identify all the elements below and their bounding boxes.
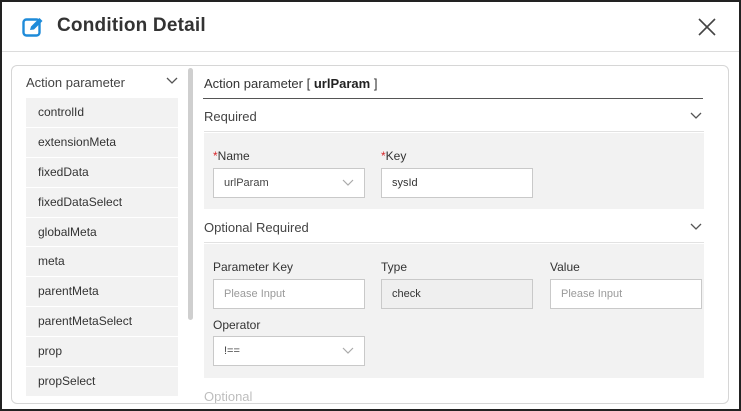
edit-icon xyxy=(22,18,43,37)
operator-select-value: !== xyxy=(224,345,240,357)
section-optional-required-body: Parameter Key Type check Value Operator … xyxy=(204,244,704,378)
list-item[interactable]: parentMetaSelect xyxy=(26,307,178,338)
list-item[interactable]: fixedDataSelect xyxy=(26,187,178,218)
name-select-value: urlParam xyxy=(224,177,269,189)
dialog-title: Condition Detail xyxy=(57,15,206,36)
chevron-down-icon xyxy=(690,223,702,230)
section-required-header[interactable]: Required xyxy=(204,100,704,132)
title-param: urlParam xyxy=(313,76,371,91)
chevron-down-icon xyxy=(690,112,702,119)
chevron-down-icon xyxy=(342,179,354,186)
list-item[interactable]: meta xyxy=(26,247,178,278)
title-divider xyxy=(203,98,703,99)
name-label: *Name xyxy=(213,149,250,163)
close-icon[interactable] xyxy=(696,16,718,38)
title-prefix: Action parameter [ xyxy=(204,76,314,91)
section-required-body: *Name urlParam *Key xyxy=(204,133,704,209)
operator-label: Operator xyxy=(213,318,261,332)
right-panel: Action parameter [ urlParam ] Required *… xyxy=(195,66,728,403)
list-item[interactable]: propSelect xyxy=(26,367,178,397)
list-item[interactable]: controlId xyxy=(26,98,178,128)
section-required-label: Required xyxy=(204,109,257,124)
section-optional-required-label: Optional Required xyxy=(204,220,309,235)
type-field: check xyxy=(381,279,533,309)
dialog-header: Condition Detail xyxy=(2,2,739,52)
chevron-down-icon xyxy=(166,77,178,84)
action-parameter-list: controlId extensionMeta fixedData fixedD… xyxy=(26,98,178,397)
section-optional-label[interactable]: Optional xyxy=(204,389,252,403)
list-item[interactable]: globalMeta xyxy=(26,217,178,248)
left-panel-header[interactable]: Action parameter xyxy=(18,66,186,98)
list-item[interactable]: prop xyxy=(26,337,178,368)
chevron-down-icon xyxy=(342,347,354,354)
right-panel-title: Action parameter [ urlParam ] xyxy=(204,76,377,91)
parameter-key-input[interactable] xyxy=(213,279,365,309)
key-label-text: Key xyxy=(385,149,407,163)
value-label: Value xyxy=(550,260,580,274)
left-panel-header-label: Action parameter xyxy=(26,75,125,90)
type-value: check xyxy=(392,288,421,300)
value-input[interactable] xyxy=(550,279,702,309)
left-scrollbar[interactable] xyxy=(188,68,193,320)
dialog-body: Action parameter controlId extensionMeta… xyxy=(11,65,729,404)
list-item[interactable]: fixedData xyxy=(26,157,178,188)
list-item[interactable]: extensionMeta xyxy=(26,127,178,158)
parameter-key-label: Parameter Key xyxy=(213,260,294,274)
title-suffix: ] xyxy=(370,76,378,91)
operator-select[interactable]: !== xyxy=(213,336,365,366)
condition-detail-dialog: Condition Detail Action parameter contro… xyxy=(0,0,741,411)
key-input[interactable] xyxy=(381,168,533,198)
type-label: Type xyxy=(381,260,408,274)
section-optional-required-header[interactable]: Optional Required xyxy=(204,211,704,243)
key-label: *Key xyxy=(381,149,406,163)
name-select[interactable]: urlParam xyxy=(213,168,365,198)
name-label-text: Name xyxy=(217,149,250,163)
list-item[interactable]: parentMeta xyxy=(26,277,178,308)
